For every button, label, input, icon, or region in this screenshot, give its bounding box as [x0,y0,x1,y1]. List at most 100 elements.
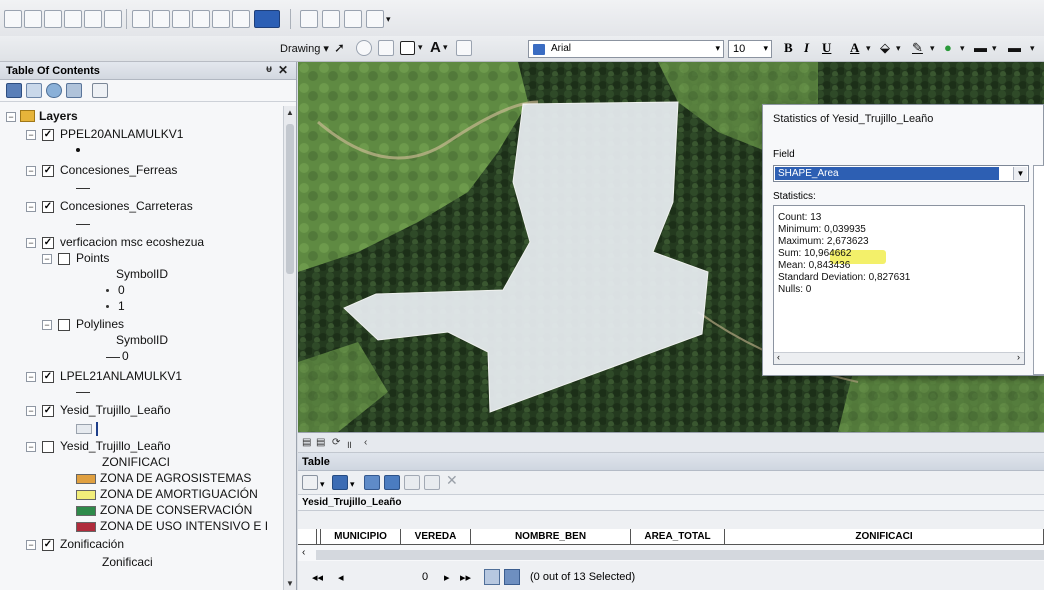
related-tables-icon[interactable] [332,475,348,490]
layer-visibility-checkbox[interactable]: ✓ [42,539,54,551]
clear-selection-icon[interactable] [404,475,420,490]
save-icon[interactable] [44,10,62,28]
scroll-down-icon[interactable]: ▼ [286,579,294,588]
toolbox-icon[interactable] [344,10,362,28]
zoom-to-selected-icon[interactable] [424,475,440,490]
list-by-visibility-icon[interactable] [46,83,62,98]
catalog-icon[interactable] [300,10,318,28]
drawing-menu[interactable]: Drawing ▾ [280,42,329,55]
chevron-down-icon[interactable]: ▾ [320,479,325,494]
scroll-left-icon[interactable]: ‹ [364,437,367,448]
python-icon[interactable] [366,10,384,28]
font-color-button[interactable]: A [850,40,859,56]
pin-icon[interactable]: ᵾ [266,64,272,75]
refresh-icon[interactable]: ⟳ [332,437,340,448]
scroll-thumb[interactable] [286,124,294,274]
open-icon[interactable] [24,10,42,28]
collapse-icon[interactable]: − [42,320,52,330]
collapse-icon[interactable]: − [26,442,36,452]
layer-visibility-checkbox[interactable]: ✓ [42,371,54,383]
fill-color-icon[interactable]: ⬙ [880,40,890,56]
select-elements-icon[interactable]: ➚ [334,40,345,56]
scroll-left-icon[interactable]: ‹ [777,352,780,362]
switch-selection-icon[interactable] [384,475,400,490]
previous-record-icon[interactable]: ◂ [338,571,344,584]
line-color-dropdown-icon[interactable]: ▾ [930,43,935,54]
collapse-icon[interactable]: − [26,202,36,212]
last-record-icon[interactable]: ▸▸ [460,571,471,584]
data-view-icon[interactable]: ▤ [302,437,311,448]
options-icon[interactable] [92,83,108,98]
shadow-color-icon[interactable]: ▬ [974,40,987,55]
marker-color-icon[interactable]: ● [944,40,952,55]
record-position[interactable]: 0 [422,571,428,583]
collapse-icon[interactable]: − [26,540,36,550]
editor-icon[interactable] [254,10,280,28]
delete-selected-icon[interactable]: ✕ [446,472,458,488]
layer-visibility-checkbox[interactable]: ✓ [42,129,54,141]
layer-visibility-checkbox[interactable]: ✓ [42,201,54,213]
collapse-icon[interactable]: − [26,406,36,416]
text-tool-icon[interactable]: A [430,39,441,56]
scroll-up-icon[interactable]: ▲ [286,108,294,117]
toolbar-more-icon[interactable]: ▬ [1008,40,1021,55]
column-header[interactable]: AREA_TOTAL [630,529,724,544]
show-all-records-icon[interactable] [484,569,500,585]
sublayer-polylines[interactable]: Polylines [76,317,124,331]
list-by-selection-icon[interactable] [66,83,82,98]
column-header[interactable]: VEREDA [400,529,470,544]
layer-lpel21[interactable]: LPEL21ANLAMULKV1 [60,369,182,383]
layer-zonificacion[interactable]: Zonificación [60,537,124,551]
collapse-icon[interactable]: − [6,112,16,122]
layer-ppel20[interactable]: PPEL20ANLAMULKV1 [60,127,183,141]
layer-visibility-checkbox[interactable]: ✓ [42,405,54,417]
sublayer-visibility-checkbox[interactable] [58,253,70,265]
layer-visibility-checkbox[interactable]: ✓ [42,165,54,177]
collapse-icon[interactable]: − [42,254,52,264]
table-hscrollbar[interactable] [316,550,1044,560]
table-tab[interactable]: Yesid_Trujillo_Leaño [298,495,1044,511]
scroll-right-icon[interactable]: › [1017,352,1020,362]
chevron-down-icon[interactable]: ▼ [1013,167,1027,180]
field-dropdown[interactable]: SHAPE_Area ▼ [773,165,1029,182]
select-by-attributes-icon[interactable] [364,475,380,490]
show-selected-records-icon[interactable] [504,569,520,585]
column-header[interactable]: MUNICIPIO [320,529,400,544]
rotate-icon[interactable] [356,40,372,56]
font-name-dropdown[interactable]: Arial ▾ [528,40,724,58]
layer-yesid-trujillo[interactable]: Yesid_Trujillo_Leaño [60,403,171,417]
print-icon[interactable] [64,10,82,28]
new-icon[interactable] [4,10,22,28]
shape-dropdown-icon[interactable]: ▾ [418,42,423,53]
paste-icon[interactable] [132,10,150,28]
close-icon[interactable]: ✕ [278,63,288,77]
layout-view-icon[interactable]: ▤ [316,437,325,448]
toolbar-more-dropdown-icon[interactable]: ▾ [1030,43,1035,54]
search-window-icon[interactable] [322,10,340,28]
fill-color-dropdown-icon[interactable]: ▾ [896,43,901,54]
pause-icon[interactable]: ॥ [346,437,352,451]
rectangle-icon[interactable] [400,41,415,55]
scale-icon[interactable] [232,10,250,28]
first-record-icon[interactable]: ◂◂ [312,571,323,584]
toolbar-overflow-icon[interactable]: ▾ [386,14,391,25]
italic-button[interactable]: I [804,40,809,56]
collapse-icon[interactable]: − [26,238,36,248]
sublayer-visibility-checkbox[interactable] [58,319,70,331]
undo-icon[interactable] [172,10,190,28]
layers-root-label[interactable]: Layers [39,109,78,123]
list-by-drawing-order-icon[interactable] [6,83,22,98]
cut-icon[interactable] [84,10,102,28]
toc-scrollbar[interactable]: ▲ ▼ [283,106,296,590]
table-options-icon[interactable] [302,475,318,490]
collapse-icon[interactable]: − [26,130,36,140]
layer-yesid-trujillo-zonificaci[interactable]: Yesid_Trujillo_Leaño [60,439,171,453]
copy-icon[interactable] [104,10,122,28]
sublayer-points[interactable]: Points [76,251,109,265]
bold-button[interactable]: B [784,40,793,56]
chevron-down-icon[interactable]: ▾ [350,479,355,494]
collapse-icon[interactable]: − [26,372,36,382]
scroll-left-icon[interactable]: ‹ [302,547,305,558]
edit-vertices-icon[interactable] [456,40,472,56]
row-selector-header[interactable] [316,529,317,544]
